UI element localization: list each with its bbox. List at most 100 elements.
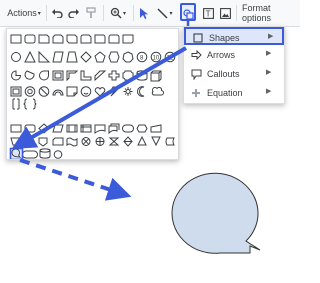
shape-l-shape[interactable] xyxy=(80,70,92,81)
shape-lightning-bolt[interactable] xyxy=(109,86,119,97)
shape-teardrop[interactable] xyxy=(39,70,49,81)
shape-block-arc[interactable] xyxy=(52,89,64,96)
select-tool-button[interactable] xyxy=(137,4,151,22)
shape-folded-corner[interactable] xyxy=(66,86,78,97)
undo-button[interactable] xyxy=(50,4,64,22)
shape-flowchart-connector[interactable] xyxy=(25,137,35,146)
shape-diagonal-stripe[interactable] xyxy=(94,70,107,82)
shape-rounded-rectangle[interactable] xyxy=(24,34,36,44)
shape-row-basic-3 xyxy=(10,86,164,97)
shape-flowchart-multidocument[interactable] xyxy=(108,123,120,135)
shape-can[interactable] xyxy=(136,70,148,81)
shape-diamond[interactable] xyxy=(80,51,92,63)
shape-smiley-face[interactable] xyxy=(80,86,92,97)
text-box-icon: T xyxy=(202,7,214,19)
shape-flowchart-preparation[interactable] xyxy=(136,124,148,133)
shape-frame[interactable] xyxy=(52,70,64,81)
shape-snip-corner-rectangle[interactable] xyxy=(38,34,50,44)
shape-sun[interactable] xyxy=(123,87,133,96)
menu-item-callouts[interactable]: Callouts ▶ xyxy=(184,65,284,83)
shape-moon[interactable] xyxy=(137,86,145,97)
shape-triangle[interactable] xyxy=(24,50,36,63)
dropdown-caret-icon: ▾ xyxy=(122,10,126,17)
menu-item-label: Callouts xyxy=(207,69,240,79)
text-box-button[interactable]: T xyxy=(202,4,214,22)
shape-oval[interactable] xyxy=(11,52,21,62)
shape-heptagon[interactable] xyxy=(122,51,134,63)
shape-round-single-corner-rectangle[interactable] xyxy=(94,34,106,44)
shape-number-label: 12 xyxy=(167,56,174,62)
shape-cross[interactable] xyxy=(108,70,120,81)
zoom-button[interactable]: ▾ xyxy=(107,4,129,22)
plus-icon xyxy=(190,87,202,99)
shape-flowchart-decision[interactable] xyxy=(38,123,50,134)
speech-bubble-shape[interactable] xyxy=(168,172,272,258)
line-tool-button[interactable]: ▾ xyxy=(154,4,176,22)
shape-cloud[interactable] xyxy=(151,86,164,96)
actions-menu-button[interactable]: Actions ▾ xyxy=(4,4,44,22)
shapes-tool-button[interactable] xyxy=(180,3,196,21)
shape-no-symbol-slash xyxy=(40,88,48,95)
shape-flowchart-sequential-access-storage[interactable] xyxy=(22,150,38,159)
shape-flowchart-process[interactable] xyxy=(10,124,22,133)
shapes-icon xyxy=(183,7,194,25)
shape-heart[interactable] xyxy=(94,87,106,97)
shape-snip-round-rectangle[interactable] xyxy=(80,34,92,44)
shape-flowchart-stored-data[interactable] xyxy=(165,137,175,146)
dropdown-caret-icon: ▾ xyxy=(169,10,173,17)
menu-item-arrows[interactable]: Arrows ▶ xyxy=(184,46,284,64)
menu-item-label: Equation xyxy=(207,88,243,98)
shape-snip-diagonal-rectangle[interactable] xyxy=(66,34,78,44)
shape-flowchart-magnetic-disk[interactable] xyxy=(39,148,51,159)
menu-item-equation[interactable]: Equation ▶ xyxy=(184,84,284,102)
shape-chord[interactable] xyxy=(24,70,35,80)
shape-trapezoid[interactable] xyxy=(66,51,78,63)
format-options-label: Format options xyxy=(242,3,272,23)
shape-flowchart-manual-input[interactable] xyxy=(150,124,162,133)
shape-sun-center xyxy=(125,89,131,94)
menu-item-shapes[interactable]: Shapes ▶ xyxy=(184,27,284,45)
shape-pentagon[interactable] xyxy=(94,51,106,63)
toolbar-divider xyxy=(236,5,237,21)
redo-button[interactable] xyxy=(67,4,81,22)
shape-round-same-side-rectangle[interactable] xyxy=(108,34,120,44)
paint-format-button[interactable] xyxy=(84,4,98,22)
shape-double-brace[interactable] xyxy=(23,98,37,110)
shape-donut-hole xyxy=(27,88,33,95)
shape-flowchart-direct-access-storage[interactable] xyxy=(53,150,63,159)
shape-flowchart-card[interactable] xyxy=(52,137,64,146)
shape-half-frame[interactable] xyxy=(66,70,79,82)
shape-flowchart-sort[interactable] xyxy=(123,136,133,147)
shape-parallelogram[interactable] xyxy=(52,51,64,63)
shape-flowchart-alternate-process[interactable] xyxy=(24,124,36,133)
shape-flowchart-document[interactable] xyxy=(94,124,106,135)
shape-cube[interactable] xyxy=(150,70,162,82)
arrow-right-icon xyxy=(190,49,202,61)
shape-donut[interactable] xyxy=(24,86,36,97)
shape-flowchart-terminator[interactable] xyxy=(122,124,134,133)
format-options-button[interactable]: Format options xyxy=(242,3,300,23)
insert-image-button[interactable] xyxy=(219,4,231,22)
shape-row-basic-2 xyxy=(11,70,162,82)
callout-icon xyxy=(190,68,202,80)
shape-pie[interactable] xyxy=(11,70,22,81)
shape-right-triangle[interactable] xyxy=(38,50,51,63)
shape-row-basic-1: 8 10 12 xyxy=(11,50,176,63)
shape-flowchart-off-page-connector[interactable] xyxy=(38,137,48,147)
shape-flowchart-manual-operation[interactable] xyxy=(10,137,22,146)
shape-flowchart-punched-tape[interactable] xyxy=(66,137,78,147)
shape-rectangle[interactable] xyxy=(10,34,22,44)
shape-bevel-inner xyxy=(12,88,20,95)
shape-grid: 8 10 12 xyxy=(9,34,176,161)
shape-row-flowchart-2 xyxy=(10,135,175,147)
shape-plaque[interactable] xyxy=(122,70,134,81)
shape-hexagon[interactable] xyxy=(108,51,120,63)
shape-flowchart-extract[interactable] xyxy=(137,135,147,146)
shape-palette: 8 10 12 xyxy=(6,28,179,161)
shape-double-bracket[interactable] xyxy=(12,98,20,110)
shape-flowchart-collate[interactable] xyxy=(108,137,120,146)
shape-snip-same-side-rectangle[interactable] xyxy=(52,34,64,44)
shape-round-diagonal-rectangle[interactable] xyxy=(122,34,134,44)
shape-flowchart-data[interactable] xyxy=(52,124,64,133)
shape-flowchart-merge[interactable] xyxy=(151,136,161,147)
